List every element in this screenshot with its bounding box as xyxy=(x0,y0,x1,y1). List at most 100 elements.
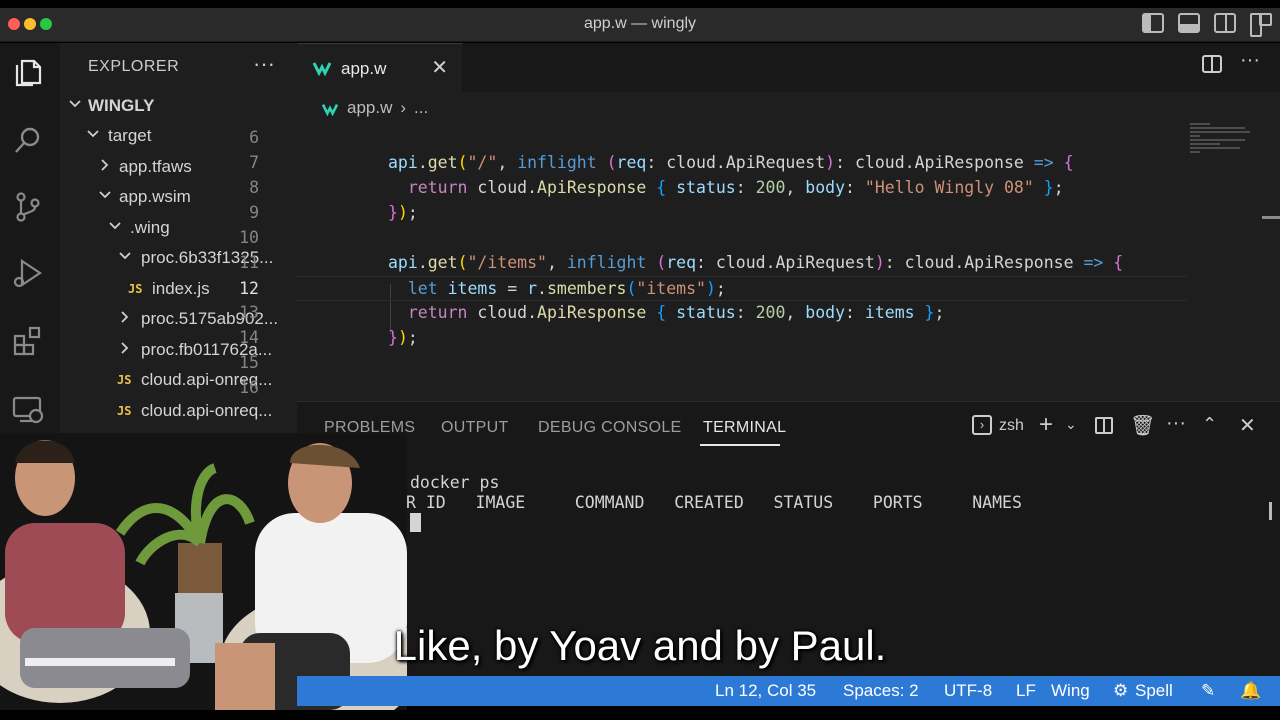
line-number: 11 xyxy=(239,253,259,272)
code-line: 9 }); xyxy=(249,201,1187,226)
tab-output[interactable]: OUTPUT xyxy=(441,419,509,437)
code-editor[interactable]: 6 7 api.get("/", inflight (req: cloud.Ap… xyxy=(239,126,1280,401)
tree-item-label: .wing xyxy=(130,218,170,237)
tab-app-w[interactable]: app.w ✕ xyxy=(297,43,462,92)
tree-item-label: WINGLY xyxy=(88,96,155,115)
chevron-down-icon xyxy=(68,97,82,111)
tree-item-wing-folder[interactable]: .wing xyxy=(60,214,297,244)
language-mode[interactable]: Wing xyxy=(1051,681,1090,701)
tree-item-proc-5175[interactable]: proc.5175ab902... xyxy=(60,305,297,335)
chevron-right-icon xyxy=(118,341,132,355)
tab-debug-console[interactable]: DEBUG CONSOLE xyxy=(538,419,682,437)
code-line: 11 api.get("/items", inflight (req: clou… xyxy=(239,251,1187,276)
trash-icon[interactable]: 🗑 xyxy=(1130,413,1155,438)
wing-file-icon xyxy=(312,60,332,77)
tree-item-label: app.tfaws xyxy=(119,157,192,176)
code-line: 7 api.get("/", inflight (req: cloud.ApiR… xyxy=(249,151,1187,176)
line-number: 9 xyxy=(249,203,259,222)
editor-more-actions-button[interactable]: ··· xyxy=(1240,49,1260,73)
line-number: 10 xyxy=(239,228,259,247)
editor-area: app.w ✕ ··· app.w › ... 6 7 api.get("/",… xyxy=(239,43,1280,401)
tree-item-index-js[interactable]: JS index.js xyxy=(60,275,297,305)
editor-scrollbar[interactable] xyxy=(1262,216,1280,219)
remote-explorer-icon[interactable] xyxy=(10,391,46,427)
split-terminal-icon[interactable] xyxy=(1095,417,1113,434)
title-bar: app.w — wingly xyxy=(0,8,1280,42)
chevron-down-icon xyxy=(86,127,100,141)
toggle-secondary-sidebar-icon[interactable] xyxy=(1214,13,1236,33)
new-terminal-icon[interactable]: + xyxy=(1039,411,1053,439)
tree-item-cloud-api-2[interactable]: JS cloud.api-onreq... xyxy=(60,397,297,427)
explorer-icon[interactable] xyxy=(10,55,46,91)
tree-item-proc-fb01[interactable]: proc.fb011762a... xyxy=(60,336,297,366)
tree-item-wingly[interactable]: WINGLY xyxy=(60,92,297,122)
panel-more-actions-button[interactable]: ··· xyxy=(1166,412,1186,435)
tab-label: app.w xyxy=(341,59,387,78)
tree-item-app-wsim[interactable]: app.wsim xyxy=(60,183,297,213)
gear-icon: ⚙ xyxy=(1113,681,1129,700)
js-file-icon: JS xyxy=(117,404,132,418)
toggle-panel-icon[interactable] xyxy=(1178,13,1200,33)
code-line: 8 return cloud.ApiResponse { status: 200… xyxy=(249,176,1187,201)
terminal-scrollbar[interactable] xyxy=(1269,502,1272,520)
line-text: return cloud.ApiResponse { status: 200, … xyxy=(407,303,945,322)
tree-item-app-tfaws[interactable]: app.tfaws xyxy=(60,153,297,183)
terminal-output[interactable]: docker ps R ID IMAGE COMMAND CREATED STA… xyxy=(297,462,1280,538)
explorer-more-actions-button[interactable]: ··· xyxy=(253,51,275,77)
split-editor-icon[interactable] xyxy=(1202,55,1223,73)
extensions-icon[interactable] xyxy=(10,323,46,359)
line-number: 8 xyxy=(249,178,259,197)
line-number: 6 xyxy=(249,128,259,147)
close-tab-icon[interactable]: ✕ xyxy=(431,55,448,80)
bell-icon[interactable]: 🔔 xyxy=(1240,681,1261,701)
cursor-position[interactable]: Ln 12, Col 35 xyxy=(715,681,816,701)
breadcrumb-symbols[interactable]: ... xyxy=(414,98,428,118)
line-number: 12 xyxy=(239,279,259,298)
run-debug-icon[interactable] xyxy=(10,255,46,291)
code-line: 10 xyxy=(239,226,1187,251)
line-text: }); xyxy=(388,328,418,347)
tree-item-label: app.wsim xyxy=(119,187,191,206)
tree-item-label: target xyxy=(108,126,152,145)
js-file-icon: JS xyxy=(128,282,143,296)
line-number: 14 xyxy=(239,328,259,347)
breadcrumb: app.w › ... xyxy=(321,98,428,118)
activity-bar xyxy=(0,43,60,433)
video-subtitle: Like, by Yoav and by Paul. xyxy=(393,622,887,669)
toggle-primary-sidebar-icon[interactable] xyxy=(1142,13,1164,33)
spell-check[interactable]: Spell xyxy=(1135,681,1173,701)
wing-file-icon xyxy=(321,101,339,117)
minimap[interactable] xyxy=(1190,123,1250,163)
close-panel-icon[interactable]: ✕ xyxy=(1239,413,1256,438)
chevron-right-icon xyxy=(118,310,132,324)
code-line-current: 12 let items = r.smembers("items"); xyxy=(239,276,1187,301)
chevron-down-icon xyxy=(98,188,112,202)
terminal-shell-name[interactable]: zsh xyxy=(999,417,1024,435)
tab-terminal[interactable]: TERMINAL xyxy=(703,419,786,437)
tree-item-proc-6b33[interactable]: proc.6b33f1325... xyxy=(60,244,297,274)
breadcrumb-file[interactable]: app.w xyxy=(347,98,392,118)
line-number: 13 xyxy=(239,303,259,322)
tree-item-label: cloud.api-onreq... xyxy=(141,401,273,420)
chevron-down-icon xyxy=(118,249,132,263)
tree-item-target[interactable]: target xyxy=(60,122,297,152)
chevron-right-icon xyxy=(98,158,112,172)
line-text: return cloud.ApiResponse { status: 200, … xyxy=(407,178,1064,197)
source-control-icon[interactable] xyxy=(10,189,46,225)
code-line: 14 }); xyxy=(239,326,1187,351)
chevron-down-icon[interactable]: ⌄ xyxy=(1065,416,1077,433)
window-title: app.w — wingly xyxy=(583,15,697,32)
customize-layout-icon[interactable] xyxy=(1250,13,1272,37)
explorer-sidebar: EXPLORER ··· WINGLY target app.tfaws app… xyxy=(60,43,297,433)
feedback-icon[interactable]: ✎ xyxy=(1201,681,1215,701)
end-of-line[interactable]: LF xyxy=(1016,681,1036,701)
status-bar: Ln 12, Col 35 Spaces: 2 UTF-8 LF Wing ⚙ … xyxy=(297,676,1280,706)
code-line: 13 return cloud.ApiResponse { status: 20… xyxy=(239,301,1187,326)
search-icon[interactable] xyxy=(10,123,46,159)
indentation[interactable]: Spaces: 2 xyxy=(843,681,919,701)
maximize-panel-icon[interactable]: ⌃ xyxy=(1202,414,1217,435)
tree-item-cloud-api-1[interactable]: JS cloud.api-onreq... xyxy=(60,366,297,396)
encoding[interactable]: UTF-8 xyxy=(944,681,992,701)
active-tab-indicator xyxy=(700,444,780,446)
explorer-title: EXPLORER xyxy=(88,58,180,75)
